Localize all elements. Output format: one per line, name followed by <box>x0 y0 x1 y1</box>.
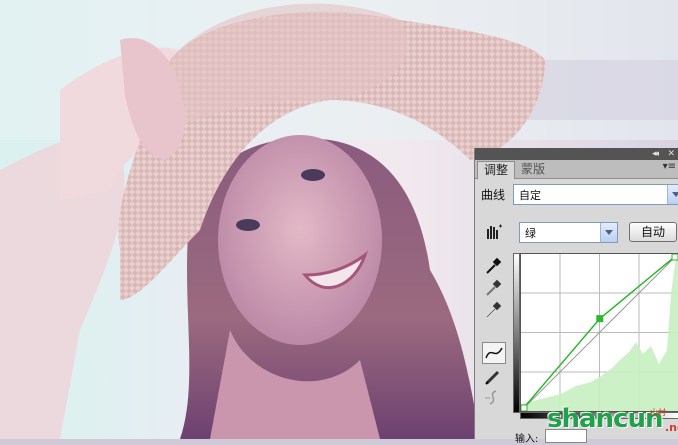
auto-button[interactable]: 自动 <box>629 222 677 242</box>
preset-value: 自定 <box>519 189 541 202</box>
watermark-suffix: .net <box>665 421 678 434</box>
site-watermark: shancun 山村 .net <box>547 404 678 439</box>
smooth-curve-icon[interactable] <box>482 388 504 408</box>
input-label: 输入: <box>515 434 539 445</box>
white-eyedropper-icon[interactable] <box>482 300 504 320</box>
tab-masks[interactable]: 蒙版 <box>515 161 551 178</box>
watermark-brand: shancun <box>547 404 663 434</box>
preset-select[interactable]: 自定 <box>513 184 678 205</box>
panel-menu-icon[interactable]: ▾≡ <box>663 161 676 172</box>
collapse-panel-button[interactable]: ◂◂ <box>652 148 659 160</box>
panel-title-bar: ◂◂ ✕ <box>475 148 678 160</box>
output-gradient-bar <box>513 253 520 413</box>
chevron-down-icon[interactable] <box>600 223 617 242</box>
channel-select[interactable]: 绿 <box>519 222 618 243</box>
tab-adjustments[interactable]: 调整 <box>477 161 516 179</box>
chevron-down-icon[interactable] <box>667 185 678 204</box>
curve-svg[interactable] <box>520 253 678 412</box>
curve-graph[interactable] <box>520 253 678 412</box>
channel-row: 绿 自动 <box>475 221 678 245</box>
gray-eyedropper-icon[interactable] <box>482 278 504 298</box>
curve-point-tool-icon[interactable] <box>482 342 506 364</box>
pencil-icon[interactable] <box>482 366 504 386</box>
panel-tabs: 调整 蒙版 ▾≡ <box>475 160 678 179</box>
curves-label: 曲线 <box>481 188 506 202</box>
curve-control-point[interactable] <box>596 315 604 323</box>
curve-control-point[interactable] <box>671 253 678 261</box>
adjustments-panel: ◂◂ ✕ 调整 蒙版 ▾≡ 曲线 自定 绿 自动 输入: <box>474 148 678 445</box>
channel-value: 绿 <box>525 227 536 240</box>
black-eyedropper-icon[interactable] <box>482 256 504 276</box>
preset-row: 曲线 自定 <box>475 183 678 207</box>
watermark-cn: 山村 <box>650 408 666 417</box>
hand-target-icon[interactable] <box>482 222 504 242</box>
close-panel-button[interactable]: ✕ <box>667 148 675 160</box>
curve-control-point[interactable] <box>520 404 528 412</box>
